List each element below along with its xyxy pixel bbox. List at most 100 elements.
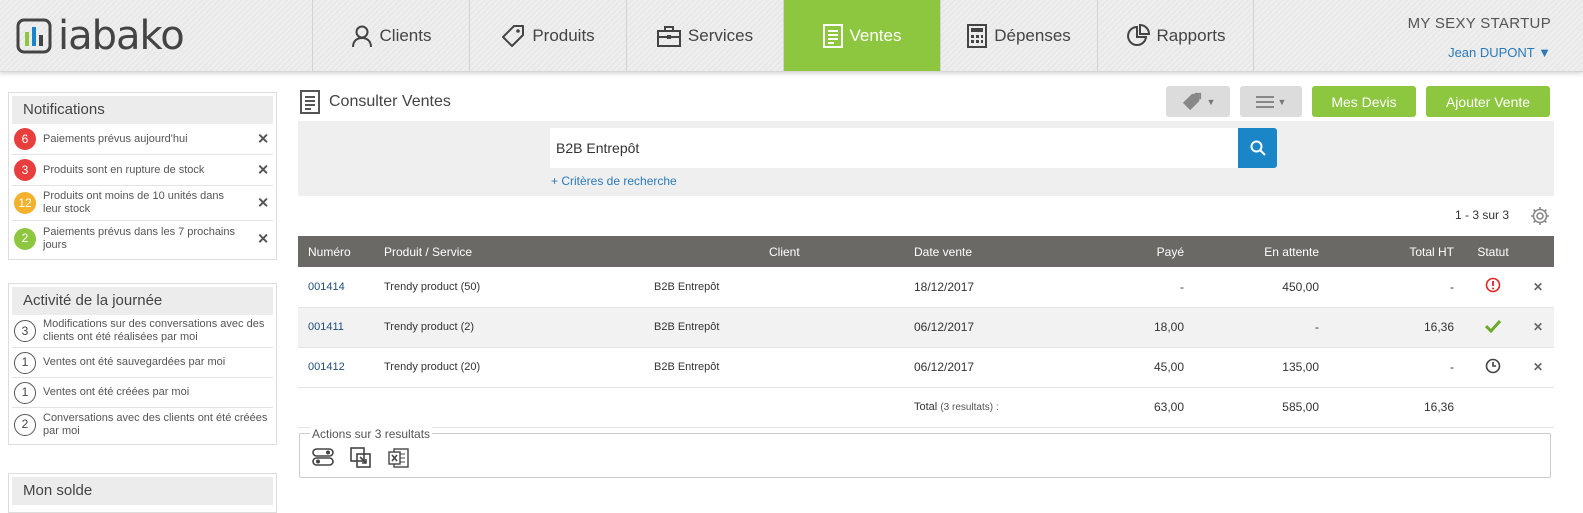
activity-item[interactable]: 1 Ventes ont été sauvegardées par moi — [12, 348, 273, 378]
count-badge: 3 — [14, 320, 36, 342]
pending-cell: - — [1315, 320, 1319, 334]
nav-label: Ventes — [849, 25, 902, 45]
column-header[interactable]: En attente — [1194, 236, 1329, 267]
search-icon — [1250, 140, 1266, 156]
tag-filter-button[interactable]: ▼ — [1166, 86, 1230, 117]
column-header[interactable]: Numéro — [298, 236, 374, 267]
activity-text: Ventes ont été sauvegardées par moi — [43, 356, 226, 368]
activity-item[interactable]: 2 Conversations avec des clients ont été… — [12, 408, 273, 441]
total-paid: 63,00 — [1153, 400, 1184, 414]
search-button[interactable] — [1238, 128, 1277, 168]
notification-item[interactable]: 12 Produits ont moins de 10 unités dans … — [12, 186, 273, 221]
column-header[interactable]: Statut — [1464, 236, 1522, 267]
count-badge: 2 — [14, 413, 36, 436]
sale-number[interactable]: 001414 — [298, 267, 374, 307]
count-badge: 12 — [14, 192, 36, 214]
notification-item[interactable]: 2 Paiements prévus dans les 7 prochains … — [12, 221, 273, 256]
notifications-panel: Notifications 6 Paiements prévus aujourd… — [8, 92, 277, 260]
user-menu[interactable]: Jean DUPONT ▼ — [1448, 45, 1551, 60]
count-badge: 1 — [14, 381, 36, 404]
logo[interactable]: iabako — [16, 13, 185, 59]
notification-text: Produits ont moins de 10 unités dans leu… — [43, 190, 225, 215]
list-menu-button[interactable]: ▼ — [1240, 86, 1302, 117]
nav-clients[interactable]: Clients — [312, 0, 469, 71]
check-icon — [1484, 319, 1502, 333]
pie-chart-icon — [1126, 23, 1150, 46]
notification-item[interactable]: 3 Produits sont en rupture de stock ✕ — [12, 155, 273, 186]
count-badge: 2 — [14, 227, 36, 250]
activity-item[interactable]: 3 Modifications sur des conversations av… — [12, 315, 273, 348]
nav-label: Services — [687, 25, 754, 45]
sale-number[interactable]: 001411 — [298, 307, 374, 347]
nav-produits[interactable]: Produits — [469, 0, 626, 71]
close-icon[interactable]: ✕ — [257, 132, 269, 146]
search-area: + Critères de recherche — [298, 121, 1554, 196]
column-header[interactable]: Date vente — [904, 236, 1044, 267]
excel-icon[interactable] — [388, 447, 410, 469]
chevron-down-icon: ▼ — [1277, 96, 1287, 107]
bulk-actions: Actions sur 3 resultats — [299, 427, 1551, 478]
delete-icon[interactable]: ✕ — [1522, 267, 1554, 307]
pending-cell: 450,00 — [1282, 279, 1319, 294]
brand-name: iabako — [58, 13, 185, 59]
table-row[interactable]: 001411 Trendy product (2) B2B Entrepôt 0… — [298, 307, 1554, 347]
document-icon — [822, 23, 843, 48]
activity-text: Modifications sur des conversations avec… — [43, 318, 265, 343]
copy-icon[interactable] — [350, 447, 372, 469]
sale-number[interactable]: 001412 — [298, 347, 374, 387]
nav-services[interactable]: Services — [626, 0, 783, 71]
activity-item[interactable]: 1 Ventes ont été créées par moi — [12, 378, 273, 408]
column-header[interactable]: Client — [644, 236, 904, 267]
balance-panel: Mon solde — [8, 473, 277, 513]
close-icon[interactable]: ✕ — [257, 196, 269, 210]
search-criteria-link[interactable]: + Critères de recherche — [551, 174, 677, 188]
notification-text: Paiements prévus aujourd'hui — [43, 132, 188, 145]
paid-cell: 18,00 — [1153, 320, 1184, 334]
list-icon — [1255, 95, 1274, 108]
nav-label: Dépenses — [994, 25, 1071, 45]
document-icon — [300, 90, 320, 114]
chevron-down-icon: ▼ — [1206, 96, 1216, 107]
panel-title: Mon solde — [12, 477, 273, 505]
activity-text: Conversations avec des clients ont été c… — [43, 411, 268, 437]
total-ht: 16,36 — [1423, 400, 1454, 414]
column-header[interactable]: Payé — [1044, 236, 1194, 267]
table-row[interactable]: 001414 Trendy product (50) B2B Entrepôt … — [298, 267, 1554, 307]
notification-item[interactable]: 6 Paiements prévus aujourd'hui ✕ — [12, 124, 273, 155]
clock-icon — [1485, 358, 1501, 373]
column-header[interactable]: Produit / Service — [374, 236, 644, 267]
status-cell — [1464, 267, 1522, 307]
pagination-info: 1 - 3 sur 3 — [1455, 208, 1510, 222]
product-cell: Trendy product (50) — [384, 280, 481, 293]
panel-title: Activité de la journée — [12, 287, 273, 315]
delete-icon[interactable]: ✕ — [1522, 307, 1554, 347]
tag-icon — [1182, 92, 1201, 110]
paid-cell: 45,00 — [1153, 360, 1184, 374]
sales-table: Numéro Produit / Service Client Date ven… — [298, 236, 1554, 428]
total-cell: - — [1450, 279, 1454, 294]
client-cell: B2B Entrepôt — [654, 361, 720, 373]
toggle-icon[interactable] — [312, 447, 334, 467]
nav-rapports[interactable]: Rapports — [1097, 0, 1254, 71]
paid-cell: - — [1180, 279, 1184, 294]
search-input[interactable] — [550, 128, 1238, 168]
quotes-button[interactable]: Mes Devis — [1312, 86, 1416, 117]
delete-icon[interactable]: ✕ — [1522, 347, 1554, 387]
close-icon[interactable]: ✕ — [257, 231, 269, 245]
count-badge: 1 — [14, 351, 36, 374]
logo-icon — [16, 18, 52, 54]
bulk-actions-label: Actions sur 3 resultats — [310, 427, 433, 441]
page-title: Consulter Ventes — [300, 90, 451, 114]
totals-label-text: Total — [914, 401, 938, 413]
tag-icon — [502, 24, 525, 47]
add-sale-button[interactable]: Ajouter Vente — [1426, 86, 1550, 117]
gear-icon[interactable] — [1530, 206, 1550, 231]
column-header[interactable]: Total HT — [1329, 236, 1464, 267]
nav-depenses[interactable]: Dépenses — [940, 0, 1097, 71]
calculator-icon — [967, 23, 988, 48]
client-cell: B2B Entrepôt — [654, 321, 720, 333]
close-icon[interactable]: ✕ — [257, 163, 269, 177]
table-row[interactable]: 001412 Trendy product (20) B2B Entrepôt … — [298, 347, 1554, 387]
nav-ventes[interactable]: Ventes — [783, 0, 940, 71]
nav-label: Clients — [379, 25, 432, 45]
